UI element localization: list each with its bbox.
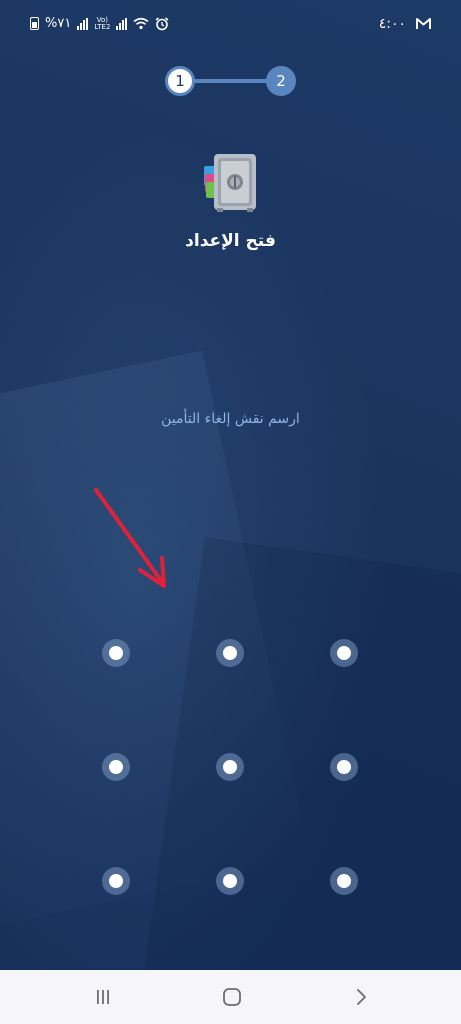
pattern-dot-6[interactable] <box>330 753 358 781</box>
navigation-bar <box>0 970 461 1024</box>
home-icon <box>223 988 241 1006</box>
recents-button[interactable] <box>91 985 115 1009</box>
back-button[interactable] <box>349 985 373 1009</box>
pattern-dot-1[interactable] <box>102 639 130 667</box>
pattern-dot-3[interactable] <box>330 639 358 667</box>
pattern-dot-9[interactable] <box>330 867 358 895</box>
pattern-dot-5[interactable] <box>216 753 244 781</box>
recents-icon <box>97 990 109 1004</box>
back-chevron-icon <box>357 989 366 1005</box>
pattern-lock-grid <box>0 0 461 970</box>
app-screen: %٧١ Vo) LTE2 ٤:٠٠ 1 2 فتح الإعداد ارسم ن… <box>0 0 461 970</box>
pattern-dot-2[interactable] <box>216 639 244 667</box>
home-button[interactable] <box>220 985 244 1009</box>
pattern-dot-8[interactable] <box>216 867 244 895</box>
pattern-dot-7[interactable] <box>102 867 130 895</box>
pattern-dot-4[interactable] <box>102 753 130 781</box>
